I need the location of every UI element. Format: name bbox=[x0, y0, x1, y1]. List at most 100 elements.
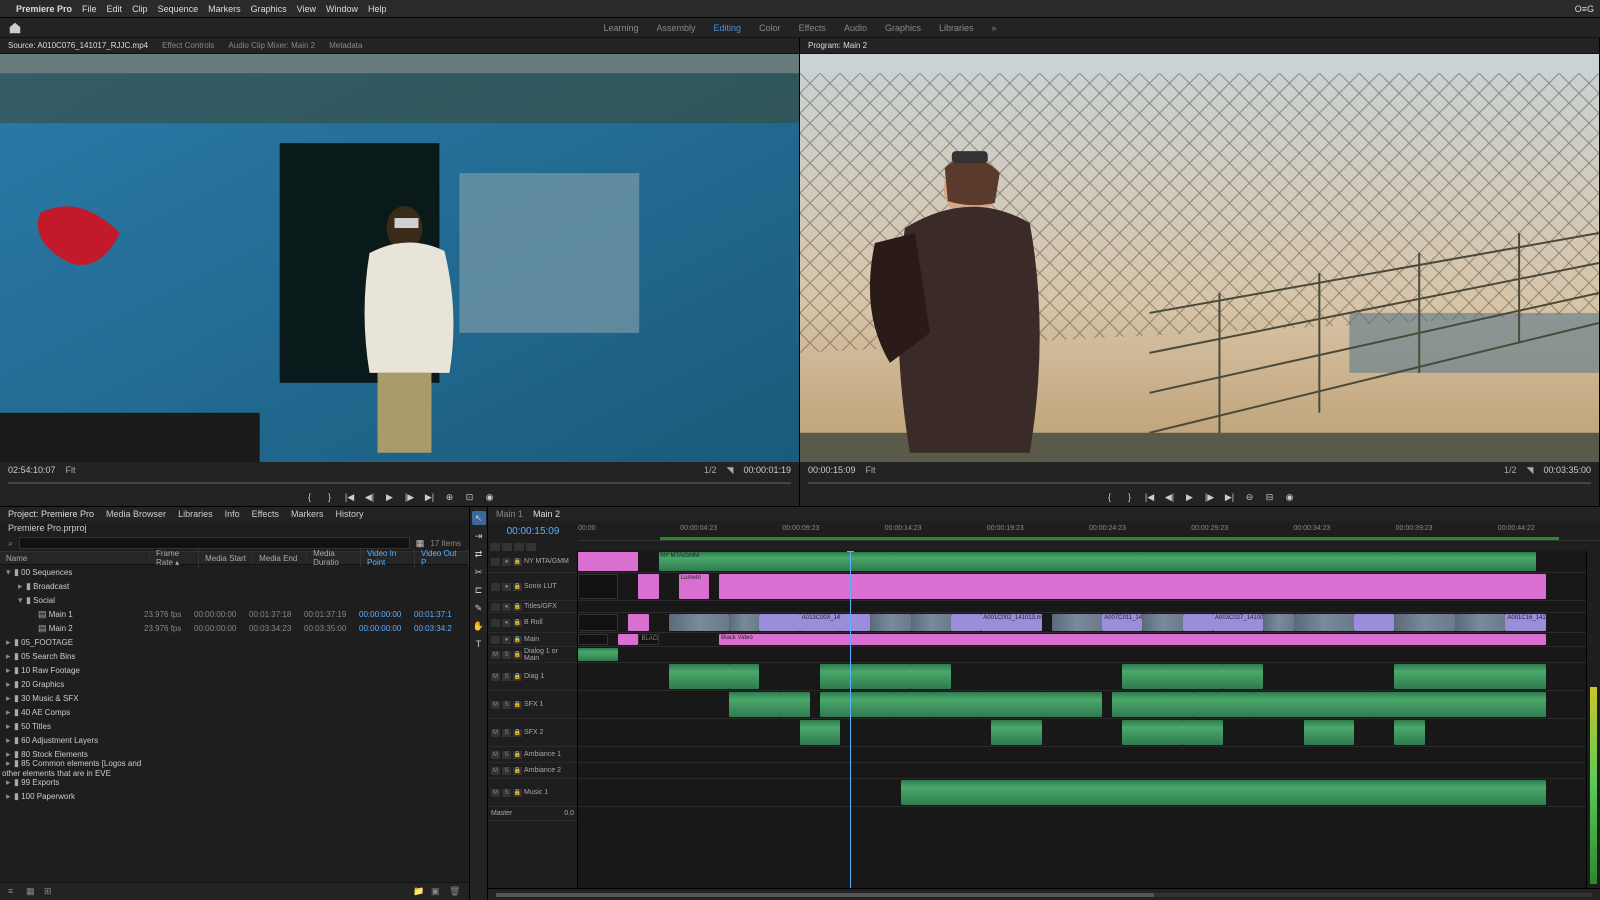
clip[interactable] bbox=[820, 664, 850, 689]
timeline-content[interactable]: NY MTA/GMMLumetriA013C003_141012.mp4A001… bbox=[578, 551, 1586, 888]
track-select-tool-icon[interactable]: ⇥ bbox=[472, 529, 486, 543]
bin-icon[interactable]: ▦ bbox=[416, 538, 425, 549]
selection-tool-icon[interactable]: ↖ bbox=[472, 511, 486, 525]
track-header[interactable]: ●🔒NY MTA/GMM bbox=[488, 551, 577, 573]
source-viewer[interactable] bbox=[0, 54, 799, 462]
clip[interactable] bbox=[578, 634, 608, 645]
home-icon[interactable] bbox=[8, 21, 22, 35]
timeline-playhead-tc[interactable]: 00:00:15:09 bbox=[488, 521, 578, 541]
clip[interactable] bbox=[578, 574, 618, 599]
clip[interactable] bbox=[1304, 720, 1354, 745]
clip[interactable] bbox=[931, 692, 981, 717]
clip[interactable] bbox=[638, 574, 658, 599]
clip[interactable] bbox=[1354, 614, 1394, 631]
app-name[interactable]: Premiere Pro bbox=[16, 4, 72, 14]
clip[interactable] bbox=[729, 664, 759, 689]
clip[interactable] bbox=[991, 720, 1041, 745]
export-frame-icon[interactable]: ◉ bbox=[1283, 491, 1297, 503]
proj-tab-project[interactable]: Project: Premiere Pro bbox=[8, 509, 94, 519]
clip[interactable]: A007C011_141006.mp4 bbox=[1102, 614, 1142, 631]
extract-icon[interactable]: ⊟ bbox=[1263, 491, 1277, 503]
clip[interactable] bbox=[1253, 692, 1374, 717]
track-header[interactable]: ●🔒Sonix LUT bbox=[488, 573, 577, 601]
step-fwd-icon[interactable]: |▶ bbox=[1203, 491, 1217, 503]
track-header[interactable]: ●🔒Titles/GFX bbox=[488, 601, 577, 613]
clip[interactable] bbox=[719, 574, 1546, 599]
mark-in-icon[interactable]: { bbox=[1103, 491, 1117, 503]
program-zoom[interactable]: 1/2 bbox=[1504, 465, 1517, 476]
playhead[interactable] bbox=[850, 551, 851, 888]
trash-icon[interactable]: 🗑 bbox=[449, 886, 461, 898]
menu-window[interactable]: Window bbox=[326, 4, 358, 14]
clip[interactable] bbox=[1052, 614, 1102, 631]
step-back-icon[interactable]: ◀| bbox=[1163, 491, 1177, 503]
clip[interactable]: Black Video bbox=[719, 634, 1546, 645]
clip[interactable] bbox=[1122, 720, 1182, 745]
clip[interactable] bbox=[1374, 692, 1545, 717]
project-row[interactable]: ▸▮ 30 Music & SFX bbox=[0, 691, 469, 705]
project-row[interactable]: ▸▮ 99 Exports bbox=[0, 775, 469, 789]
workspace-assembly[interactable]: Assembly bbox=[657, 23, 696, 33]
clip[interactable] bbox=[911, 614, 951, 631]
source-tab-metadata[interactable]: Metadata bbox=[329, 41, 362, 50]
clip[interactable] bbox=[911, 664, 951, 689]
workspace-libraries[interactable]: Libraries bbox=[939, 23, 974, 33]
workspace-learning[interactable]: Learning bbox=[603, 23, 638, 33]
project-row[interactable]: ▸▮ 100 Paperwork bbox=[0, 789, 469, 803]
clip[interactable] bbox=[618, 634, 638, 645]
goto-out-icon[interactable]: ▶| bbox=[1223, 491, 1237, 503]
clip[interactable] bbox=[1394, 720, 1424, 745]
project-row[interactable]: ▸▮ 20 Graphics bbox=[0, 677, 469, 691]
clip[interactable] bbox=[1455, 614, 1505, 631]
clip[interactable] bbox=[1183, 720, 1223, 745]
clip[interactable]: NY MTA/GMM bbox=[659, 552, 1536, 571]
clip[interactable] bbox=[800, 720, 840, 745]
clip[interactable] bbox=[1294, 614, 1354, 631]
clip[interactable] bbox=[780, 692, 810, 717]
ripple-tool-icon[interactable]: ⇄ bbox=[472, 547, 486, 561]
project-row[interactable]: ▾▮ 00 Sequences bbox=[0, 565, 469, 579]
master-track-header[interactable]: Master0.0 bbox=[488, 807, 577, 821]
user-menu[interactable]: O≡G bbox=[1575, 4, 1594, 14]
track-header[interactable]: MS🔒Ambiance 2 bbox=[488, 763, 577, 779]
step-back-icon[interactable]: ◀| bbox=[363, 491, 377, 503]
icon-view-icon[interactable]: ▦ bbox=[26, 886, 38, 898]
clip[interactable]: A001C16_141006_RJJC bbox=[1505, 614, 1545, 631]
project-row[interactable]: ▤ Main 223.976 fps00:00:00:0000:03:34:23… bbox=[0, 621, 469, 635]
clip[interactable] bbox=[951, 614, 981, 631]
step-fwd-icon[interactable]: |▶ bbox=[403, 491, 417, 503]
lift-icon[interactable]: ⊖ bbox=[1243, 491, 1257, 503]
project-row[interactable]: ▸▮ 50 Titles bbox=[0, 719, 469, 733]
clip[interactable] bbox=[820, 692, 891, 717]
menu-clip[interactable]: Clip bbox=[132, 4, 148, 14]
menu-edit[interactable]: Edit bbox=[107, 4, 123, 14]
source-scrubber[interactable] bbox=[0, 478, 799, 488]
source-tab-clip[interactable]: Source: A010C076_141017_RJJC.mp4 bbox=[8, 41, 148, 50]
freeform-view-icon[interactable]: ⊞ bbox=[44, 886, 56, 898]
proj-tab-markers[interactable]: Markers bbox=[291, 509, 324, 519]
workspace-editing[interactable]: Editing bbox=[714, 23, 742, 33]
workspace-graphics[interactable]: Graphics bbox=[885, 23, 921, 33]
project-row[interactable]: ▸▮ 85 Common elements [Logos and other e… bbox=[0, 761, 469, 775]
clip[interactable]: A001C002_141013.mp4 bbox=[981, 614, 1041, 631]
timeline-tab-main2[interactable]: Main 2 bbox=[533, 509, 560, 519]
project-row[interactable]: ▾▮ Social bbox=[0, 593, 469, 607]
clip[interactable] bbox=[1263, 614, 1293, 631]
clip[interactable] bbox=[578, 648, 618, 661]
menu-help[interactable]: Help bbox=[368, 4, 387, 14]
clip[interactable] bbox=[1122, 664, 1162, 689]
col-name[interactable]: Name bbox=[0, 554, 150, 563]
proj-tab-effects[interactable]: Effects bbox=[252, 509, 279, 519]
clip[interactable] bbox=[628, 614, 648, 631]
workspace-color[interactable]: Color bbox=[759, 23, 781, 33]
mark-in-icon[interactable]: { bbox=[303, 491, 317, 503]
project-row[interactable]: ▸▮ 10 Raw Footage bbox=[0, 663, 469, 677]
clip[interactable] bbox=[1163, 664, 1223, 689]
marker-icon[interactable] bbox=[514, 543, 524, 551]
snap-icon[interactable] bbox=[490, 543, 500, 551]
clip[interactable] bbox=[1223, 664, 1263, 689]
timeline-tab-main1[interactable]: Main 1 bbox=[496, 509, 523, 519]
menu-graphics[interactable]: Graphics bbox=[251, 4, 287, 14]
mark-out-icon[interactable]: } bbox=[1123, 491, 1137, 503]
track-header[interactable]: MS🔒Ambiance 1 bbox=[488, 747, 577, 763]
